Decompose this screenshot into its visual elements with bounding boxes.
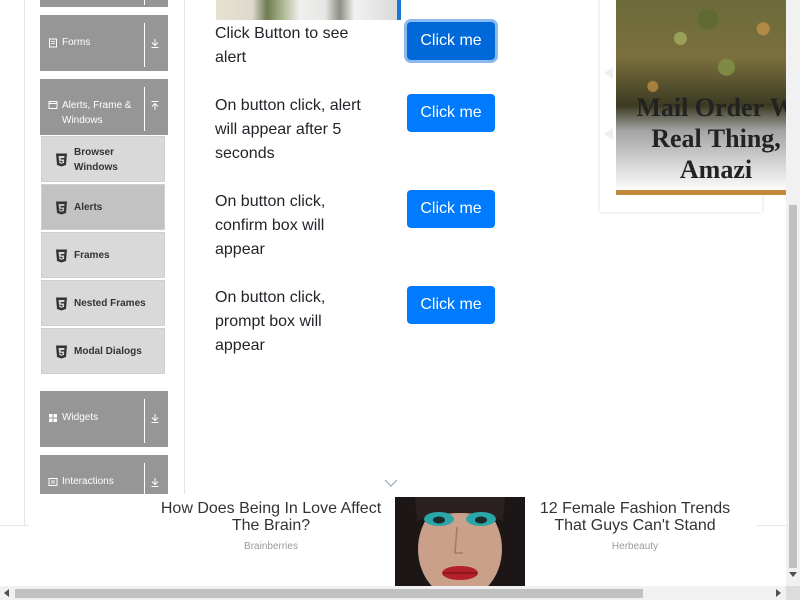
sidebar-item-browser-windows[interactable]: Browser Windows <box>41 136 165 182</box>
sidebar-item-label: Browser Windows <box>74 147 118 173</box>
sidebar-item-label: Alerts <box>74 202 103 213</box>
bottom-ad-photo[interactable] <box>395 497 525 586</box>
bottom-ad-right-title[interactable]: 12 Female Fashion Trends That Guys Can't… <box>530 500 740 534</box>
banner-image-edge <box>397 0 401 20</box>
sidebar-group-alerts-frame-windows[interactable]: Alerts, Frame & Windows <box>40 79 168 135</box>
horizontal-scrollbar-thumb[interactable] <box>15 589 643 598</box>
sidebar-group-label: Alerts, Frame & Windows <box>62 100 132 126</box>
download-arrow-icon[interactable] <box>149 412 161 424</box>
scroll-right-arrow-icon[interactable] <box>776 589 781 597</box>
prompt-row-description: On button click, prompt box will appear <box>215 289 326 354</box>
confirm-row-description: On button click, confirm box will appear <box>215 193 326 258</box>
upload-arrow-icon[interactable] <box>149 100 161 112</box>
sidebar-item-nested-frames[interactable]: Nested Frames <box>41 280 165 326</box>
download-arrow-icon[interactable] <box>149 476 161 488</box>
grid-icon <box>49 414 57 422</box>
scrollbar-corner <box>786 586 800 600</box>
group-separator <box>144 463 145 495</box>
sidebar-item-alerts[interactable]: Alerts <box>41 184 165 230</box>
sidebar-group-elements[interactable] <box>40 0 168 7</box>
sidebar-item-modal-dialogs[interactable]: Modal Dialogs <box>41 328 165 374</box>
html5-icon <box>56 153 67 167</box>
sidebar-item-frames[interactable]: Frames <box>41 232 165 278</box>
carousel-arrow-icon[interactable] <box>604 67 613 79</box>
interaction-icon <box>48 478 58 486</box>
prompt-button[interactable]: Click me <box>407 286 495 324</box>
window-icon <box>48 101 58 109</box>
sidebar-left-border <box>24 0 25 526</box>
sidebar-group-label: Interactions <box>62 476 114 487</box>
confirm-button[interactable]: Click me <box>407 190 495 228</box>
sidebar-item-label: Nested Frames <box>74 298 146 309</box>
group-separator <box>144 0 145 5</box>
sidebar-group-interactions[interactable]: Interactions <box>40 455 168 495</box>
right-ad-accent-bar <box>616 190 800 195</box>
sidebar-right-border <box>184 0 185 526</box>
sidebar-item-label: Frames <box>74 250 110 261</box>
group-separator <box>144 399 145 443</box>
portrait-image <box>395 497 525 586</box>
group-separator <box>144 23 145 67</box>
scroll-left-arrow-icon[interactable] <box>4 589 9 597</box>
right-ad-headline[interactable]: Mail Order W Real Thing, Amazi <box>616 92 800 185</box>
html5-icon <box>56 249 67 263</box>
carousel-arrow-icon[interactable] <box>604 128 613 140</box>
sidebar-group-label: Widgets <box>62 412 99 423</box>
right-ad-headline-line: Amazi <box>679 155 753 184</box>
bottom-ad-right-source: Herbeauty <box>611 541 659 552</box>
timer-alert-button[interactable]: Click me <box>407 94 495 132</box>
html5-icon <box>56 297 67 311</box>
form-icon <box>49 38 57 48</box>
alert-button[interactable]: Click me <box>407 22 495 60</box>
sidebar-group-forms[interactable]: Forms <box>40 15 168 71</box>
right-ad-headline-line: Mail Order W <box>636 93 796 122</box>
right-ad-headline-line: Real Thing, <box>651 124 781 153</box>
html5-icon <box>56 201 67 215</box>
banner-image <box>216 0 398 20</box>
bottom-ad-left-source: Brainberries <box>244 541 298 552</box>
group-separator <box>144 87 145 131</box>
vertical-scrollbar-thumb[interactable] <box>789 205 797 568</box>
html5-icon <box>56 345 67 359</box>
sidebar-group-label: Forms <box>62 37 91 48</box>
sidebar-item-label: Modal Dialogs <box>74 346 142 357</box>
bottom-ad-left-title[interactable]: How Does Being In Love Affect The Brain? <box>158 500 384 534</box>
sidebar-group-widgets[interactable]: Widgets <box>40 391 168 447</box>
scroll-down-arrow-icon[interactable] <box>789 572 797 577</box>
chevron-down-icon[interactable] <box>384 478 398 488</box>
timer-alert-row-description: On button click, alert will appear after… <box>215 97 361 162</box>
alert-row-description: Click Button to see alert <box>215 25 349 66</box>
download-arrow-icon[interactable] <box>149 37 161 49</box>
